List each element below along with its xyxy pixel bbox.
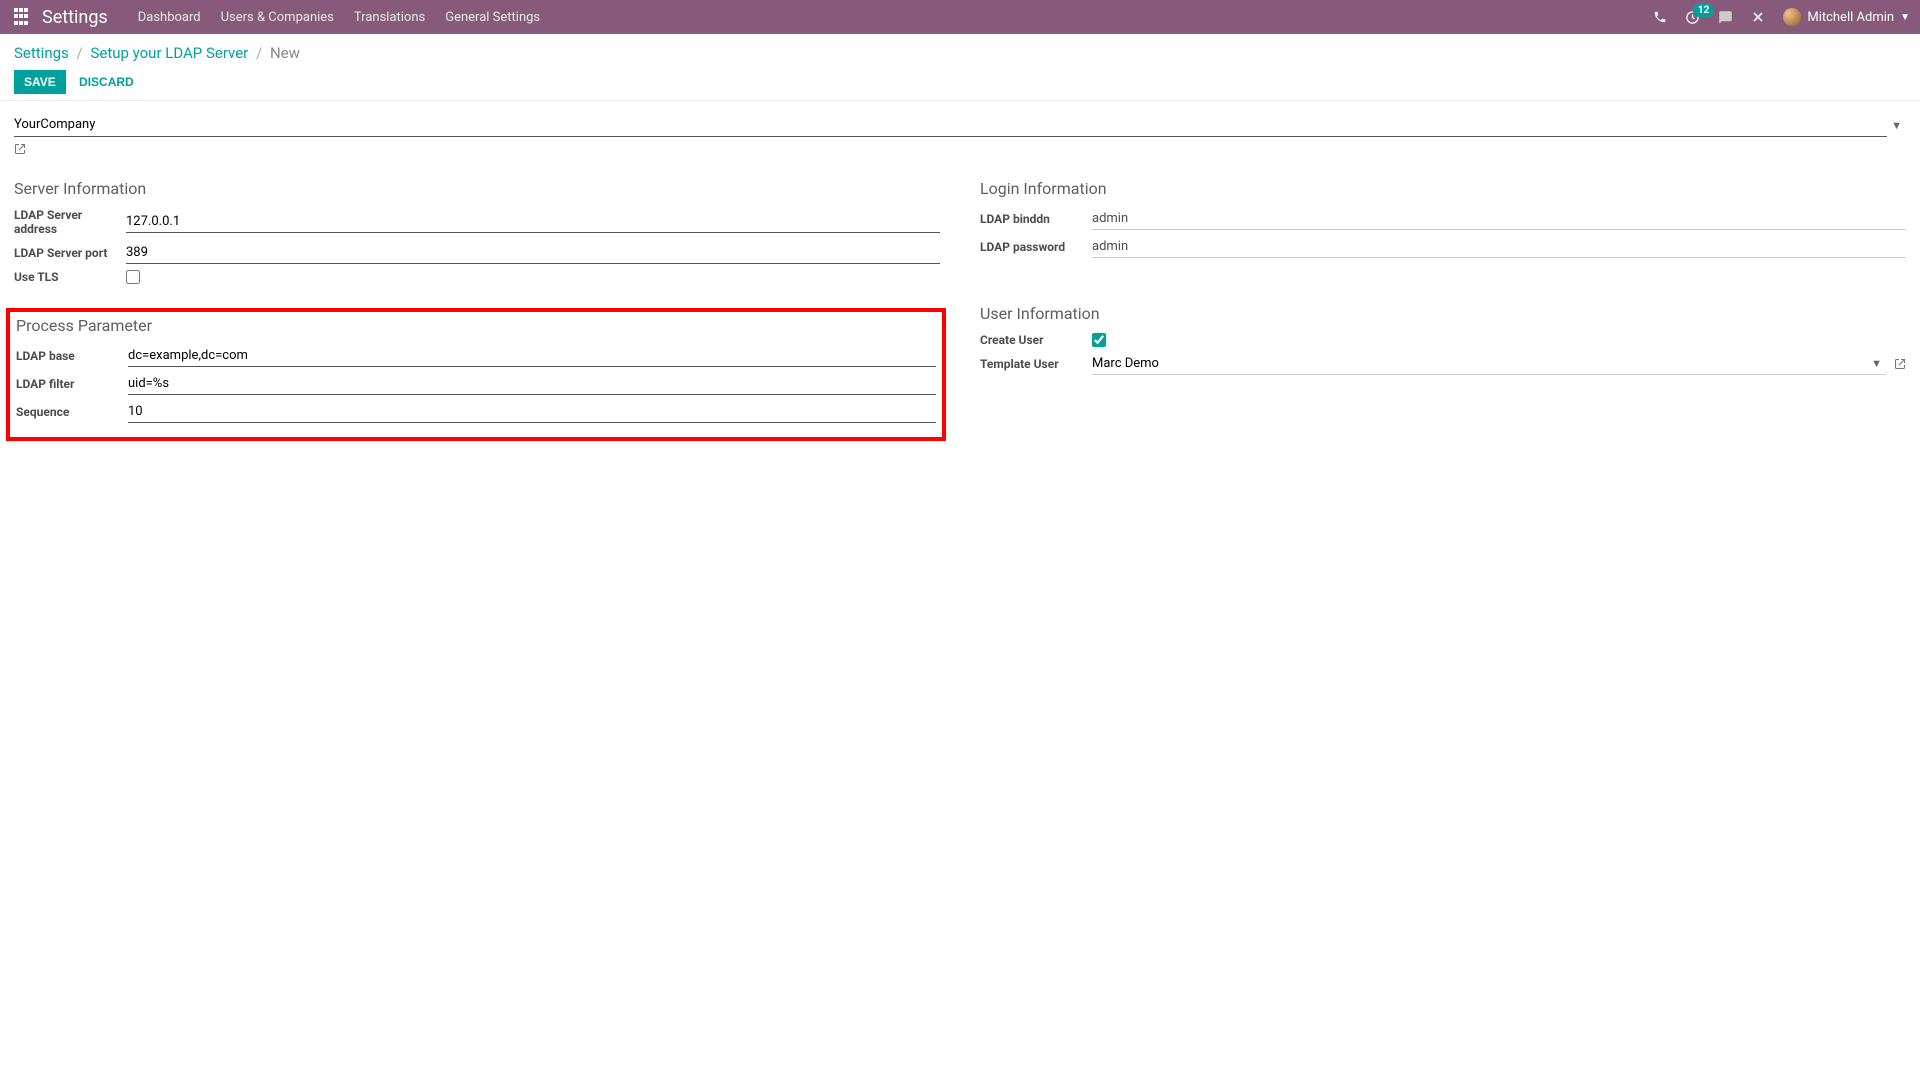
control-panel: Settings / Setup your LDAP Server / New … <box>0 34 1920 101</box>
top-navbar: Settings Dashboard Users & Companies Tra… <box>0 0 1920 34</box>
ldap-address-input[interactable] <box>126 211 940 233</box>
action-buttons: SAVE DISCARD <box>14 70 1906 94</box>
company-field-row: ▼ <box>14 113 1906 137</box>
avatar <box>1783 8 1801 26</box>
form-sheet: ▼ Server Information LDAP Server address… <box>0 101 1920 471</box>
nav-links: Dashboard Users & Companies Translations… <box>138 10 540 25</box>
template-user-label: Template User <box>980 357 1092 371</box>
activity-icon[interactable]: 12 <box>1685 10 1700 25</box>
external-link-icon[interactable] <box>14 143 26 155</box>
topnav-right: 12 Mitchell Admin ▼ <box>1653 8 1910 26</box>
activity-badge: 12 <box>1693 4 1714 17</box>
sequence-input[interactable] <box>128 401 936 423</box>
create-user-label: Create User <box>980 333 1092 347</box>
create-user-checkbox[interactable] <box>1092 333 1106 347</box>
user-menu[interactable]: Mitchell Admin ▼ <box>1783 8 1910 26</box>
ldap-base-label: LDAP base <box>16 349 128 363</box>
ldap-base-input[interactable] <box>128 345 936 367</box>
use-tls-label: Use TLS <box>14 270 126 284</box>
breadcrumb-root[interactable]: Settings <box>14 44 69 62</box>
ldap-password-label: LDAP password <box>980 240 1092 254</box>
use-tls-checkbox[interactable] <box>126 270 140 284</box>
ldap-binddn-value[interactable]: admin <box>1092 208 1906 230</box>
app-title: Settings <box>42 7 108 28</box>
login-info-title: Login Information <box>980 179 1906 198</box>
discuss-icon[interactable] <box>1718 10 1733 25</box>
ldap-filter-input[interactable] <box>128 373 936 395</box>
left-column: Server Information LDAP Server address L… <box>14 179 940 441</box>
server-info-title: Server Information <box>14 179 940 198</box>
ldap-binddn-label: LDAP binddn <box>980 212 1092 226</box>
ldap-port-label: LDAP Server port <box>14 246 126 260</box>
nav-users-companies[interactable]: Users & Companies <box>221 10 334 25</box>
phone-icon[interactable] <box>1653 10 1667 24</box>
template-user-input[interactable] <box>1092 353 1867 374</box>
breadcrumb-parent[interactable]: Setup your LDAP Server <box>90 44 248 62</box>
right-column: Login Information LDAP binddn admin LDAP… <box>980 179 1906 441</box>
ldap-filter-label: LDAP filter <box>16 377 128 391</box>
nav-translations[interactable]: Translations <box>354 10 425 25</box>
user-name: Mitchell Admin <box>1807 10 1894 25</box>
ldap-address-label: LDAP Server address <box>14 208 126 236</box>
nav-general-settings[interactable]: General Settings <box>445 10 540 25</box>
sequence-label: Sequence <box>16 405 128 419</box>
breadcrumb-current: New <box>270 44 300 62</box>
user-info-title: User Information <box>980 304 1906 323</box>
process-parameter-title: Process Parameter <box>16 316 936 335</box>
external-link-icon[interactable] <box>1894 358 1906 370</box>
ldap-password-value[interactable]: admin <box>1092 236 1906 258</box>
save-button[interactable]: SAVE <box>14 70 66 94</box>
process-parameter-highlight: Process Parameter LDAP base LDAP filter … <box>6 308 946 441</box>
chevron-down-icon[interactable]: ▼ <box>1867 357 1886 370</box>
breadcrumb: Settings / Setup your LDAP Server / New <box>14 44 1906 62</box>
chevron-down-icon: ▼ <box>1900 12 1910 23</box>
company-input[interactable] <box>14 113 1887 137</box>
nav-dashboard[interactable]: Dashboard <box>138 10 201 25</box>
apps-icon[interactable] <box>14 8 32 26</box>
ldap-port-input[interactable] <box>126 242 940 264</box>
discard-button[interactable]: DISCARD <box>69 70 144 94</box>
close-icon[interactable] <box>1751 10 1765 24</box>
chevron-down-icon[interactable]: ▼ <box>1887 119 1906 132</box>
